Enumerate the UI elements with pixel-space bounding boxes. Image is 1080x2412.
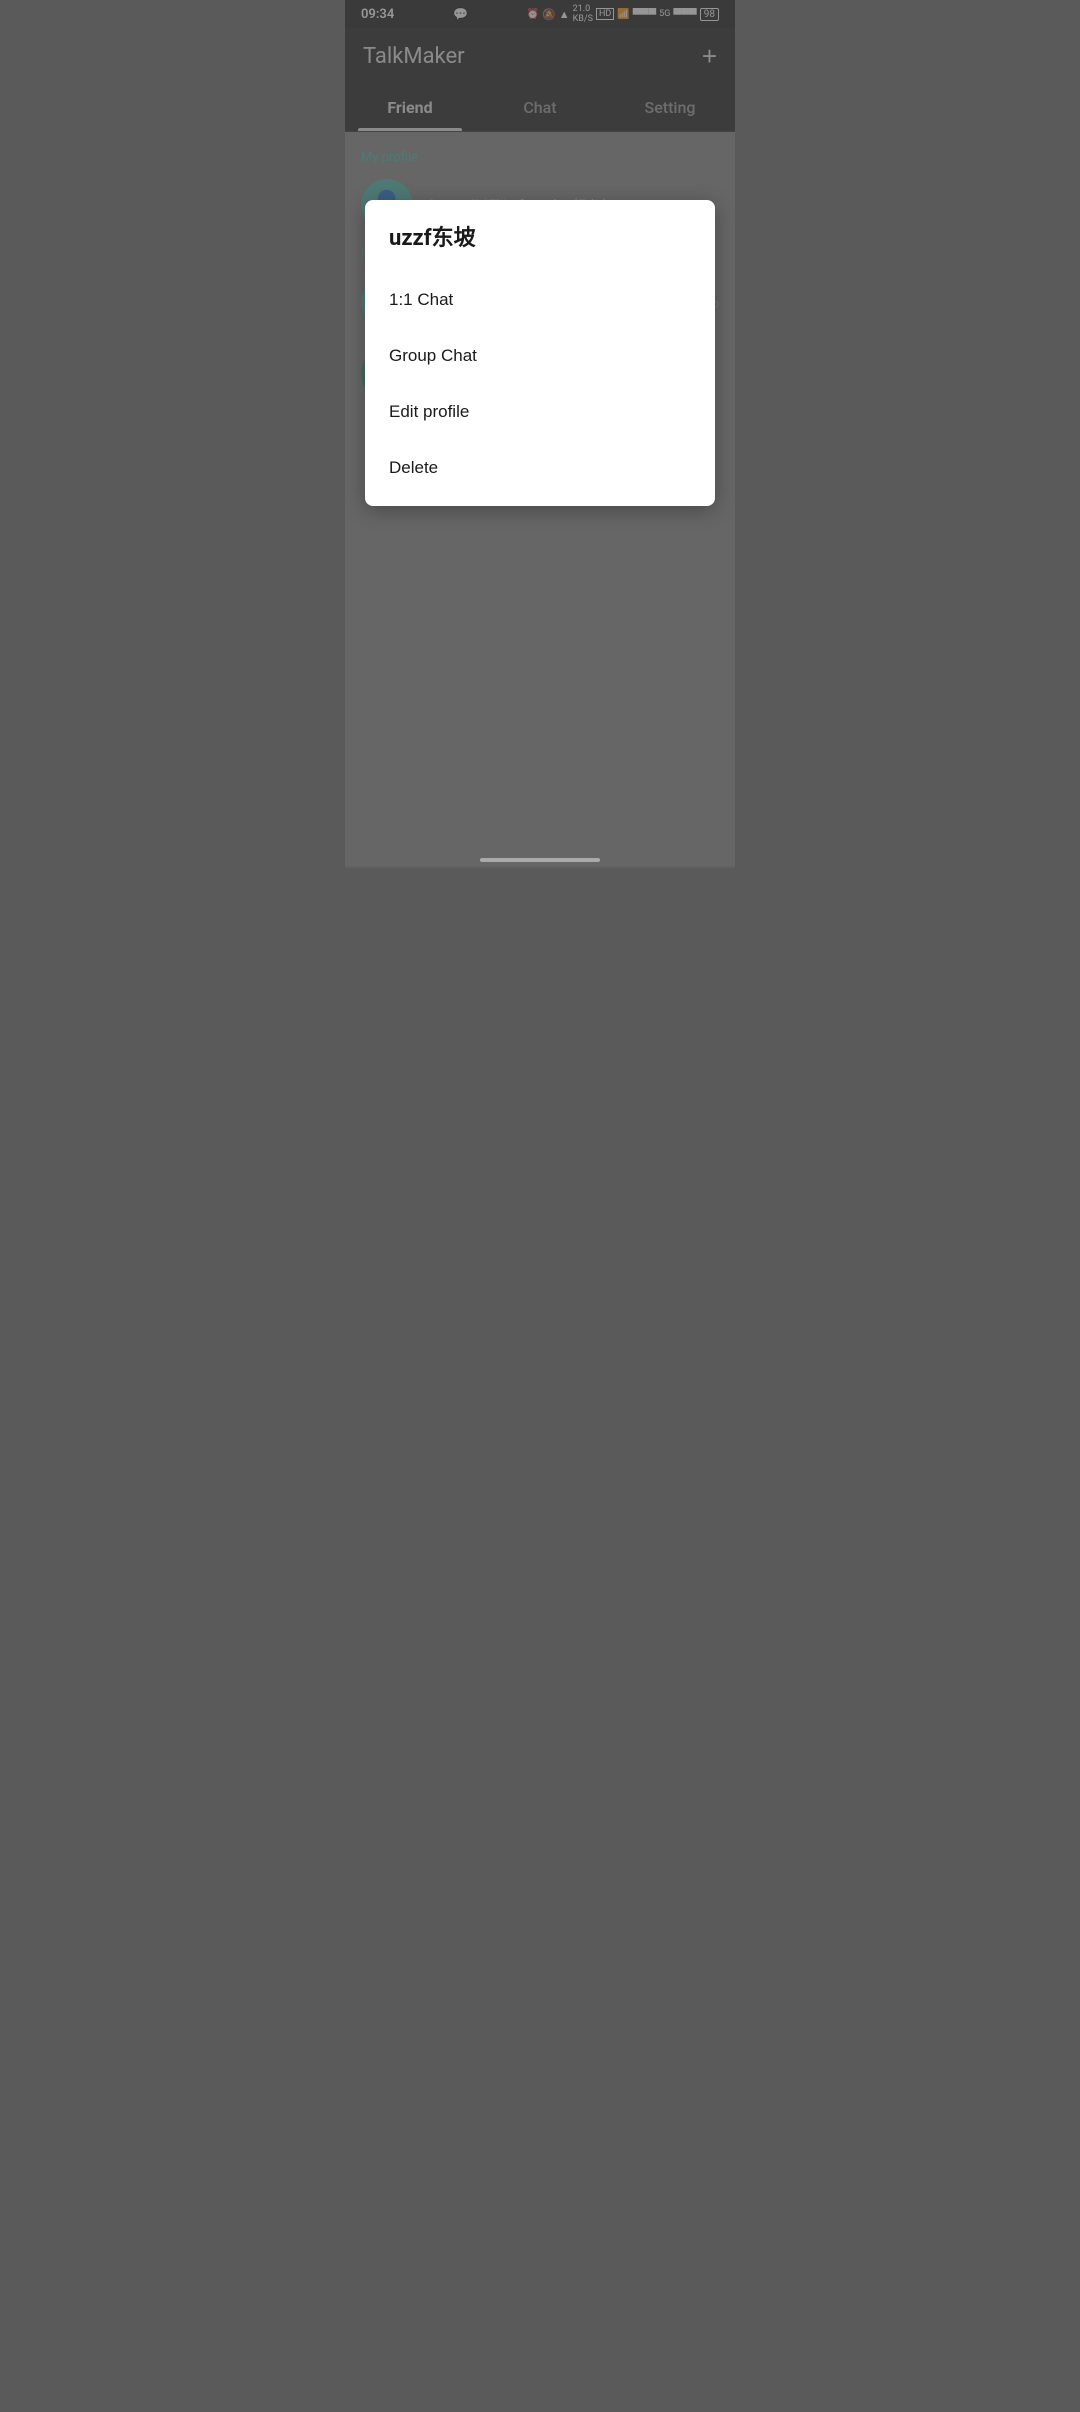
home-indicator	[480, 858, 600, 862]
menu-item-edit-profile[interactable]: Edit profile	[365, 384, 715, 440]
context-menu: uzzf东坡 1:1 Chat Group Chat Edit profile …	[365, 200, 715, 506]
page-wrapper: 09:34 💬 ⏰ 🔕 ▲ 21.0KB/S HD 📶 ▀▀▀ 5G ▀▀▀ 9…	[345, 0, 735, 868]
context-menu-title: uzzf东坡	[365, 220, 715, 272]
menu-item-1-1-chat[interactable]: 1:1 Chat	[365, 272, 715, 328]
menu-item-group-chat[interactable]: Group Chat	[365, 328, 715, 384]
menu-item-delete[interactable]: Delete	[365, 440, 715, 496]
